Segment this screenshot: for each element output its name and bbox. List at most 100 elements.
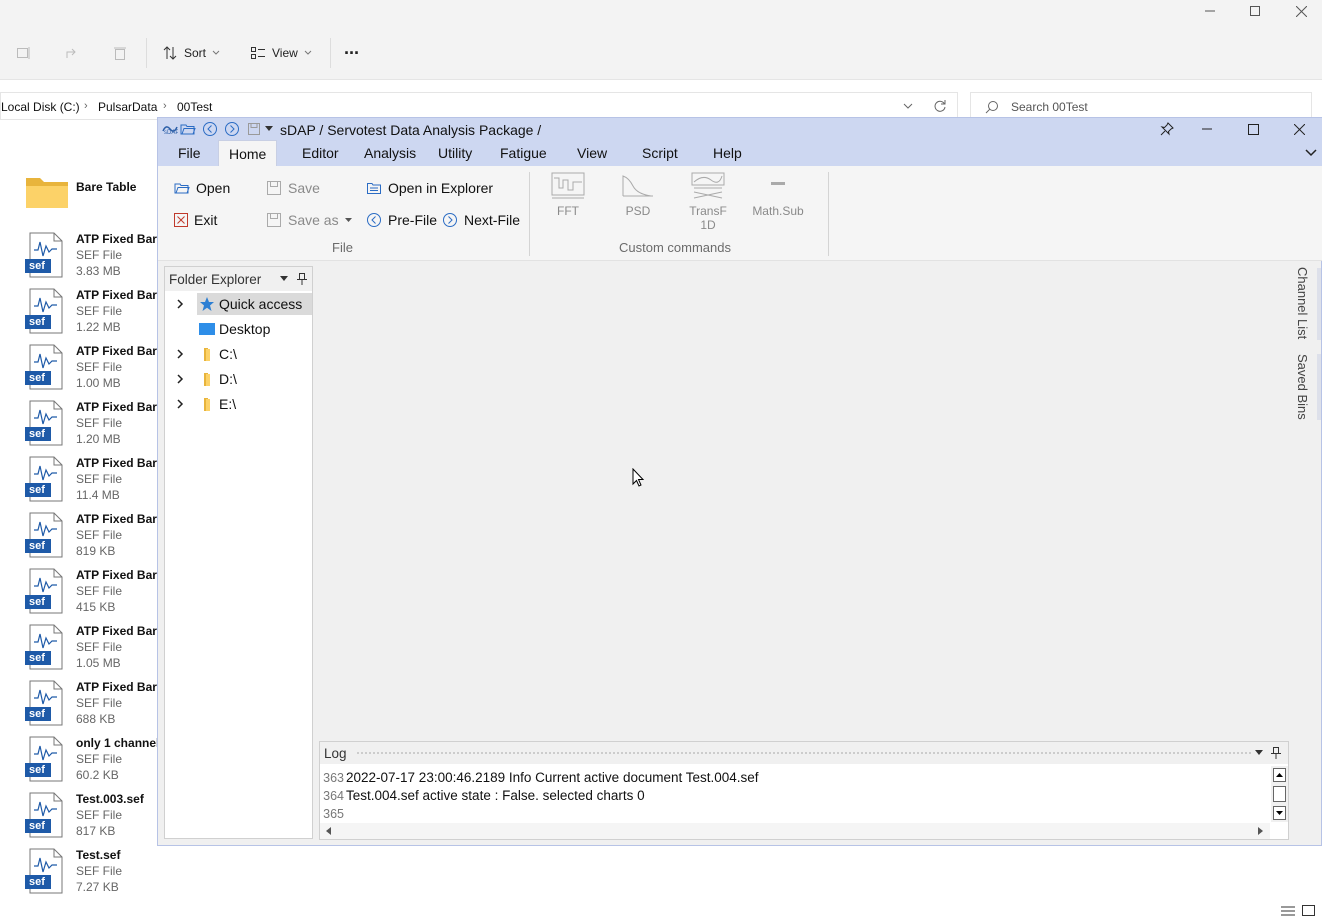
breadcrumb-item[interactable]: Local Disk (C:) (1, 100, 80, 114)
minimize-button[interactable] (1184, 118, 1230, 140)
maximize-button[interactable] (1230, 118, 1276, 140)
caret-down-icon[interactable] (280, 276, 288, 282)
file-item[interactable]: sef ATP Fixed BareT SEF File 415 KB (22, 568, 171, 620)
expand-arrow-icon[interactable] (175, 349, 185, 359)
tree-item[interactable]: Desktop (165, 318, 312, 340)
minimize-button[interactable] (1187, 0, 1233, 22)
tree-item-body[interactable]: D:\ (197, 368, 312, 390)
file-item[interactable]: sef ATP Fixed BareT SEF File 11.4 MB (22, 456, 171, 508)
scroll-down-icon[interactable] (1273, 806, 1286, 820)
minus-icon (771, 182, 785, 185)
search-box[interactable]: Search 00Test (970, 92, 1312, 120)
file-item[interactable]: sef ATP Fixed BareT SEF File 1.20 MB (22, 400, 171, 452)
tab-analysis[interactable]: Analysis (354, 140, 426, 166)
tree-item[interactable]: C:\ (165, 343, 312, 365)
sef-badge: sef (29, 652, 45, 664)
maximize-icon (1250, 6, 1260, 16)
tree-item-body[interactable]: C:\ (197, 343, 312, 365)
delete-button[interactable] (109, 42, 131, 64)
quick-access-dropdown[interactable] (264, 121, 274, 137)
file-item[interactable]: sef ATP Fixed BareT SEF File 3.83 MB (22, 232, 171, 284)
caret-down-icon[interactable] (1255, 750, 1263, 756)
expand-arrow-icon[interactable] (175, 299, 185, 309)
file-size: 1.22 MB (76, 320, 121, 334)
psd-button[interactable]: PSD (608, 172, 668, 218)
tab-home[interactable]: Home (218, 140, 278, 166)
tab-editor[interactable]: Editor (292, 140, 349, 166)
save-quick-button[interactable] (246, 121, 262, 137)
save-as-button[interactable]: Save as (266, 209, 352, 231)
scroll-thumb[interactable] (1273, 786, 1286, 802)
document-area[interactable] (314, 261, 1289, 739)
next-file-button[interactable] (224, 121, 240, 137)
collapse-ribbon-icon[interactable] (1305, 149, 1317, 157)
grip-dots[interactable] (356, 751, 1252, 756)
log-line: 363 2022-07-17 23:00:46.2189 Info Current… (320, 769, 1270, 787)
tab-saved-bins[interactable]: Saved Bins (1295, 354, 1310, 420)
save-button[interactable]: Save (266, 177, 320, 199)
maximize-button[interactable] (1232, 0, 1278, 22)
tab-fatigue[interactable]: Fatigue (490, 140, 557, 166)
breadcrumb-item[interactable]: 00Test (177, 100, 212, 114)
file-size: 1.00 MB (76, 376, 121, 390)
chevron-down-icon[interactable] (903, 103, 913, 110)
fft-button[interactable]: FFT (538, 172, 598, 218)
file-item[interactable]: sef ATP Fixed BareT SEF File 1.00 MB (22, 344, 171, 396)
open-button[interactable]: Open (174, 177, 230, 199)
transf-1d-button[interactable]: TransF 1D (678, 172, 738, 232)
tree-item[interactable]: E:\ (165, 393, 312, 415)
address-bar[interactable]: Local Disk (C:) › PulsarData › 00Test (0, 92, 958, 120)
share-button[interactable] (61, 42, 83, 64)
tab-view[interactable]: View (567, 140, 617, 166)
sort-button[interactable]: Sort (162, 42, 220, 64)
file-item[interactable]: sef Test.sef SEF File 7.27 KB (22, 848, 162, 900)
details-view-icon[interactable] (1281, 905, 1295, 917)
file-item[interactable]: sef ATP Fixed BareT SEF File 688 KB (22, 680, 171, 732)
file-item[interactable]: sef only 1 channel (SEF File 60.2 KB (22, 736, 167, 788)
tab-channel-list[interactable]: Channel List (1295, 267, 1310, 339)
view-label: View (272, 46, 298, 60)
pre-file-button[interactable]: Pre-File (366, 209, 437, 231)
file-item[interactable]: sef Test.003.sef SEF File 817 KB (22, 792, 162, 844)
expand-arrow-icon[interactable] (175, 399, 185, 409)
rename-button[interactable] (13, 42, 35, 64)
scroll-right-icon[interactable] (1258, 827, 1264, 835)
log-vertical-scrollbar[interactable] (1271, 766, 1288, 822)
tab-file[interactable]: File (168, 140, 211, 166)
tree-item-body[interactable]: E:\ (197, 393, 312, 415)
exit-button[interactable]: Exit (174, 209, 217, 231)
view-button[interactable]: View (250, 42, 312, 64)
arrow-right-circle-icon (443, 213, 457, 227)
tab-utility[interactable]: Utility (428, 140, 482, 166)
breadcrumb-item[interactable]: PulsarData (98, 100, 157, 114)
more-options-button[interactable]: ··· (344, 42, 360, 64)
star-icon (200, 297, 214, 311)
expand-arrow-icon[interactable] (175, 374, 185, 384)
log-horizontal-scrollbar[interactable] (320, 823, 1270, 839)
scroll-left-icon[interactable] (326, 827, 332, 835)
close-button[interactable] (1276, 118, 1322, 140)
file-item[interactable]: sef ATP Fixed BareT SEF File 1.05 MB (22, 624, 171, 676)
math-sub-button[interactable]: Math.Sub (748, 172, 808, 218)
tree-item-body[interactable]: Quick access (197, 293, 312, 315)
tree-item-body[interactable]: Desktop (197, 318, 312, 340)
file-item[interactable]: sef ATP Fixed BareT SEF File 819 KB (22, 512, 171, 564)
exit-label: Exit (194, 212, 218, 228)
tree-item[interactable]: Quick access (165, 293, 312, 315)
tab-help[interactable]: Help (703, 140, 752, 166)
close-button[interactable] (1278, 0, 1322, 22)
file-type: SEF File (76, 752, 123, 766)
tree-item[interactable]: D:\ (165, 368, 312, 390)
tiles-view-icon[interactable] (1302, 905, 1316, 917)
scroll-up-icon[interactable] (1273, 768, 1286, 782)
tab-script[interactable]: Script (632, 140, 688, 166)
next-file-button[interactable]: Next-File (442, 209, 520, 231)
open-folder-button[interactable] (180, 121, 196, 137)
file-item[interactable]: sef ATP Fixed BareT SEF File 1.22 MB (22, 288, 171, 340)
folder-item[interactable]: Bare Table (22, 178, 162, 232)
previous-file-button[interactable] (202, 121, 218, 137)
pin-icon[interactable] (1271, 746, 1281, 759)
open-in-explorer-button[interactable]: Open in Explorer (366, 177, 493, 199)
refresh-icon[interactable] (933, 99, 947, 113)
pin-icon[interactable] (297, 272, 307, 285)
